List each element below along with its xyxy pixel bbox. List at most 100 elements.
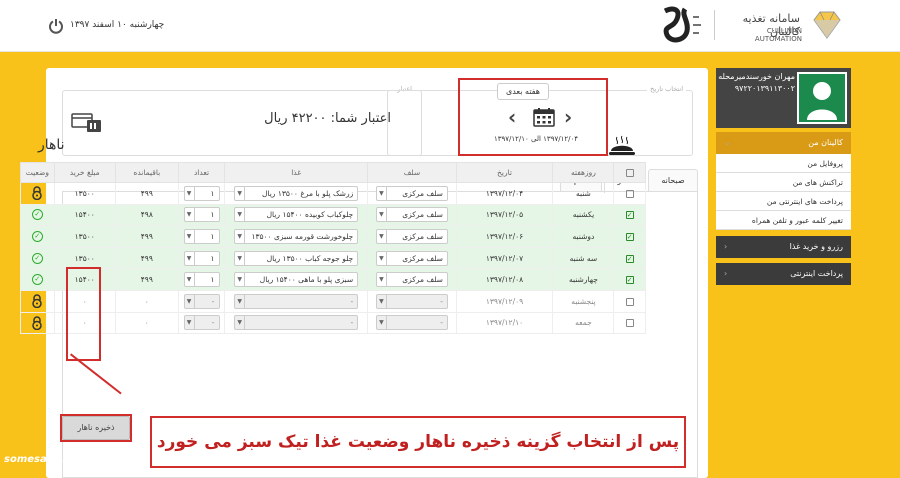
- status-cell: ✓: [20, 268, 55, 291]
- qty-select[interactable]: ۱ ▼: [183, 228, 220, 244]
- chevron-down-icon: ▼: [185, 186, 195, 200]
- save-highlight-box: [60, 414, 132, 442]
- row-checkbox[interactable]: [625, 319, 634, 328]
- food-select-value: چلوخورشت قورمه سبزی ۱۳۵۰۰: [251, 231, 354, 241]
- qty-select[interactable]: - ▼: [183, 315, 220, 331]
- qty-select-value: ۱: [210, 253, 215, 263]
- row-checkbox[interactable]: ✓: [625, 232, 634, 241]
- sidebar-item-label: کالینان من: [808, 138, 843, 147]
- food-dish-icon: [609, 135, 635, 155]
- date-legend: انتخاب تاریخ: [647, 85, 686, 93]
- food-select[interactable]: چلوخورشت قورمه سبزی ۱۳۵۰۰ ▼: [234, 228, 359, 244]
- previous-week-arrow-icon[interactable]: ‹: [508, 105, 516, 129]
- profile-code: ۹۷۲۲۰۱۳۹۱۱۳۰۰۲: [734, 84, 795, 93]
- remaining-cell: ۴۹۹: [114, 246, 179, 270]
- food-select-value: -: [350, 296, 354, 306]
- self-select[interactable]: سلف مرکزی ▼: [375, 272, 448, 288]
- submenu-item-online-payments[interactable]: پرداخت های اینترنتی من: [716, 192, 851, 211]
- row-checkbox[interactable]: [625, 297, 634, 306]
- submenu-item-change-password[interactable]: تغییر کلمه عبور و تلفن همراه: [716, 211, 851, 230]
- food-cell: چلوکباب کوبیده ۱۵۴۰۰ ریال ▼: [224, 203, 369, 227]
- sidebar-item-online-payment[interactable]: پرداخت اینترنتی ‹: [716, 263, 851, 285]
- qty-select[interactable]: - ▼: [183, 293, 220, 309]
- self-select[interactable]: - ▼: [375, 293, 448, 309]
- chevron-down-icon: ▼: [377, 229, 387, 243]
- row-checkbox[interactable]: ✓: [625, 276, 634, 285]
- date-cell: ۱۳۹۷/۱۲/۰۴: [455, 182, 554, 205]
- sidebar-item-reserve-food[interactable]: رزرو و خرید غذا ‹: [716, 236, 851, 258]
- submenu-item-profile[interactable]: پروفایل من: [716, 154, 851, 173]
- row-checkbox[interactable]: ✓: [625, 211, 634, 220]
- self-select[interactable]: - ▼: [375, 315, 448, 331]
- user-icon: [807, 82, 837, 120]
- self-select[interactable]: سلف مرکزی ▼: [375, 250, 448, 266]
- status-cell: [20, 182, 55, 205]
- price-cell: ۱۵۴۰۰: [53, 203, 116, 227]
- sidebar-item-my-cullinan[interactable]: کالینان من ⌄: [716, 132, 851, 154]
- chevron-down-icon: ▼: [377, 316, 387, 330]
- qty-select[interactable]: ۱ ▼: [183, 185, 220, 201]
- power-icon[interactable]: [48, 18, 64, 34]
- status-cell: [20, 311, 55, 335]
- date-cell: ۱۳۹۷/۱۲/۱۰: [455, 311, 554, 335]
- self-select[interactable]: سلف مرکزی ▼: [375, 228, 448, 244]
- select-all-checkbox[interactable]: [625, 169, 634, 177]
- submenu-item-transactions[interactable]: تراکنش های من: [716, 173, 851, 192]
- self-select[interactable]: سلف مرکزی ▼: [375, 207, 448, 223]
- date-selector-box: انتخاب تاریخ هفته بعدی ‹ › ۱۳۹۷/۱۲/۰۴ ال…: [387, 78, 693, 156]
- row-checkbox[interactable]: [625, 189, 634, 198]
- brand-separator: [714, 10, 715, 40]
- self-cell: سلف مرکزی ▼: [367, 203, 457, 227]
- self-select[interactable]: سلف مرکزی ▼: [375, 185, 448, 201]
- date-cell: ۱۳۹۷/۱۲/۰۵: [455, 203, 554, 227]
- qty-select-value: ۱: [210, 231, 215, 241]
- col-header: وضعیت: [20, 162, 55, 183]
- date-cell: ۱۳۹۷/۱۲/۰۹: [455, 289, 554, 313]
- chevron-down-icon: ▼: [377, 208, 387, 222]
- chevron-down-icon: ▼: [235, 186, 246, 200]
- header-select-all[interactable]: [613, 162, 646, 183]
- chevron-down-icon: ▼: [235, 229, 246, 243]
- row-select-cell: ✓: [613, 246, 646, 270]
- qty-cell: ۱ ▼: [177, 268, 226, 291]
- qty-select[interactable]: ۱ ▼: [183, 207, 220, 223]
- food-select[interactable]: چلو جوجه کباب ۱۳۵۰۰ ریال ▼: [234, 250, 359, 266]
- table-row: شنبه ۱۳۹۷/۱۲/۰۴ سلف مرکزی ▼ زرشک پلو با مرغ …: [20, 182, 646, 205]
- food-select[interactable]: چلوکباب کوبیده ۱۵۴۰۰ ریال ▼: [234, 207, 359, 223]
- qty-select[interactable]: ۱ ▼: [183, 250, 220, 266]
- food-cell: چلو جوجه کباب ۱۳۵۰۰ ریال ▼: [224, 246, 369, 270]
- qty-cell: - ▼: [177, 311, 226, 335]
- self-select-value: سلف مرکزی: [402, 275, 443, 285]
- col-header: تعداد: [177, 162, 226, 183]
- food-cell: - ▼: [224, 289, 369, 313]
- food-select[interactable]: - ▼: [234, 315, 359, 331]
- row-checkbox[interactable]: ✓: [625, 254, 634, 263]
- day-cell: جمعه: [552, 311, 615, 335]
- calendar-icon[interactable]: [533, 107, 555, 127]
- qty-select[interactable]: ۱ ▼: [183, 272, 220, 288]
- watermark: somesara.nus.ac.ir: [4, 454, 112, 465]
- check-circle-icon: ✓: [31, 230, 43, 242]
- sidebar-item-label: پرداخت اینترنتی: [790, 269, 843, 278]
- food-select[interactable]: سبزی پلو با ماهی ۱۵۴۰۰ ریال ▼: [234, 272, 359, 288]
- food-select[interactable]: - ▼: [234, 293, 359, 309]
- instruction-callout: پس از انتخاب گزینه ذخیره ناهار وضعیت غذا…: [150, 416, 686, 468]
- tab-breakfast[interactable]: صبحانه: [648, 169, 698, 192]
- chevron-down-icon: ▼: [235, 294, 246, 308]
- next-week-arrow-icon[interactable]: ›: [564, 105, 572, 129]
- day-cell: شنبه: [552, 182, 615, 205]
- food-cell: چلوخورشت قورمه سبزی ۱۳۵۰۰ ▼: [224, 225, 369, 248]
- qty-select-value: ۱: [210, 188, 215, 198]
- table-row: ✓ یکشنبه ۱۳۹۷/۱۲/۰۵ سلف مرکزی ▼ چلوکباب کوبید…: [20, 203, 646, 227]
- chevron-left-icon: ‹: [724, 242, 728, 251]
- remaining-cell: ۰: [114, 311, 179, 335]
- food-select[interactable]: زرشک پلو با مرغ ۱۳۵۰۰ ریال ▼: [234, 185, 359, 201]
- day-cell: چهارشنبه: [552, 268, 615, 291]
- check-circle-icon: ✓: [31, 274, 43, 286]
- university-emblem-logo: [663, 6, 701, 43]
- chevron-down-icon: ▼: [235, 251, 246, 265]
- food-cell: سبزی پلو با ماهی ۱۵۴۰۰ ریال ▼: [224, 268, 369, 291]
- credit-amount: اعتبار شما: ۴۲۲۰۰ ریال: [264, 111, 391, 126]
- qty-cell: - ▼: [177, 289, 226, 313]
- remaining-cell: ۴۹۸: [114, 203, 179, 227]
